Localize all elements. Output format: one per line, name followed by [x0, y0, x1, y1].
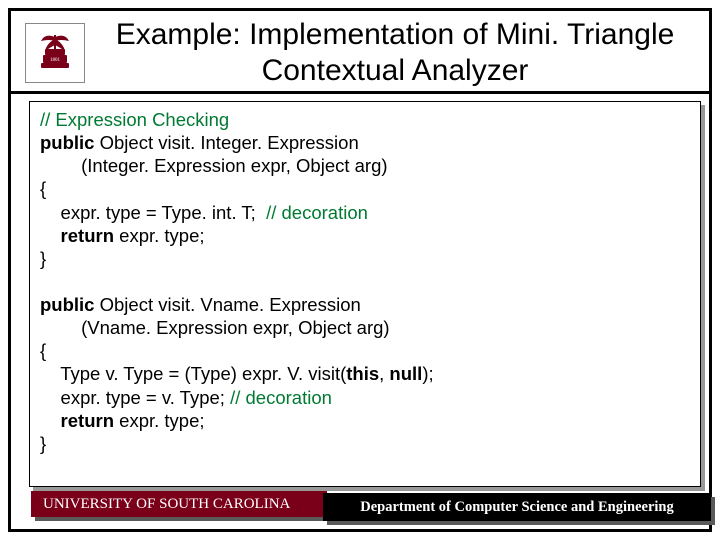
keyword-return: return — [40, 410, 114, 431]
footer-department: Department of Computer Science and Engin… — [323, 493, 711, 521]
code-text: { — [40, 178, 46, 199]
keyword-return: return — [40, 225, 114, 246]
code-text: Object visit. Integer. Expression — [94, 132, 358, 153]
code-text: Object visit. Vname. Expression — [94, 294, 360, 315]
svg-text:1801: 1801 — [50, 58, 61, 63]
code-text: , — [379, 363, 389, 384]
code-text: } — [40, 248, 46, 269]
keyword-public: public — [40, 294, 94, 315]
keyword-this: this — [346, 363, 379, 384]
code-text: expr. type; — [114, 225, 205, 246]
palmetto-logo-icon: 1801 — [31, 29, 79, 77]
slide-title: Example: Implementation of Mini. Triangl… — [91, 17, 699, 89]
code-box: // Expression Checking public Object vis… — [29, 101, 701, 487]
code-text: (Integer. Expression expr, Object arg) — [40, 155, 388, 176]
code-text: ); — [422, 363, 433, 384]
code-text: expr. type = Type. int. T; — [40, 202, 266, 223]
code-text: expr. type; — [114, 410, 205, 431]
code-blank — [40, 271, 45, 292]
title-underline — [11, 91, 709, 94]
code-text: expr. type = v. Type; — [40, 387, 230, 408]
code-comment: // decoration — [230, 387, 332, 408]
keyword-null: null — [389, 363, 422, 384]
code-text: (Vname. Expression expr, Object arg) — [40, 317, 390, 338]
slide-frame: 1801 Example: Implementation of Mini. Tr… — [8, 8, 712, 532]
code-text: { — [40, 340, 46, 361]
code-text: Type v. Type = (Type) expr. V. visit( — [40, 363, 346, 384]
keyword-public: public — [40, 132, 94, 153]
footer-university: UNIVERSITY OF SOUTH CAROLINA — [31, 491, 327, 517]
code-comment: // decoration — [266, 202, 368, 223]
code-text: } — [40, 433, 46, 454]
code-comment: // Expression Checking — [40, 109, 229, 130]
university-logo: 1801 — [25, 23, 85, 83]
